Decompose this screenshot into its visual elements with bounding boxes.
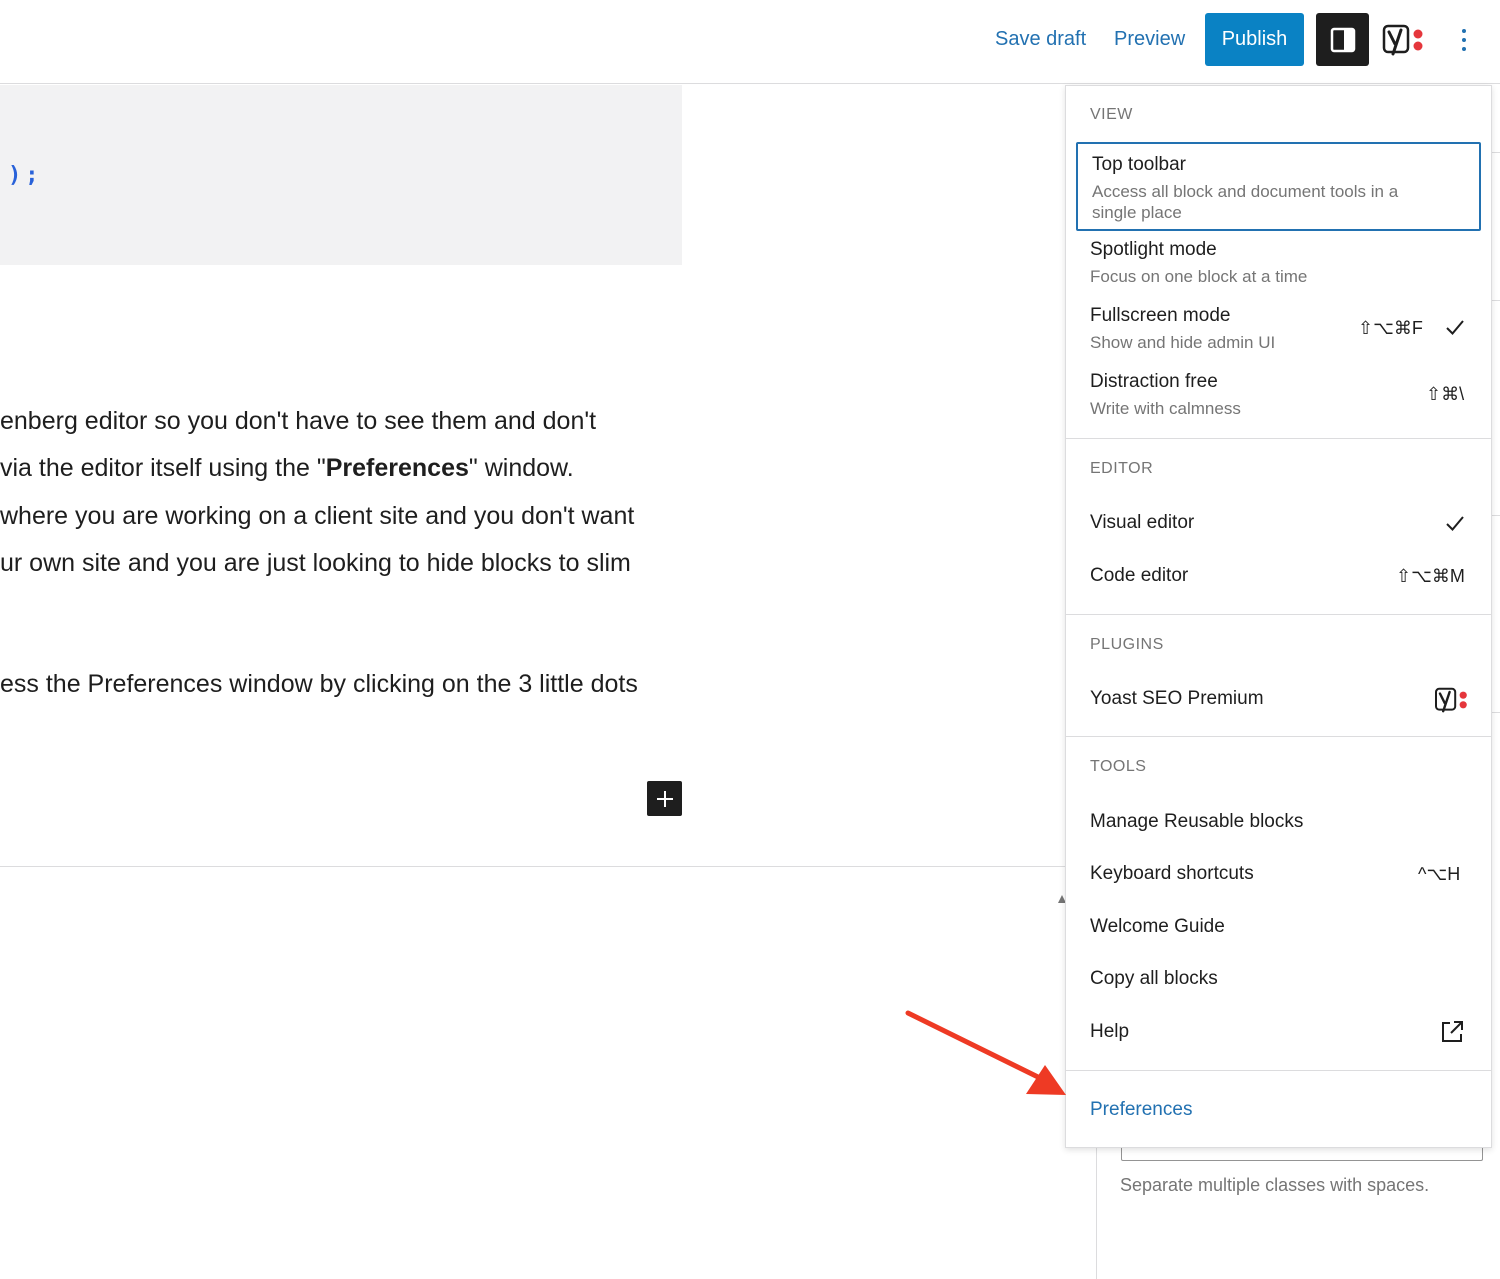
sidebar-border xyxy=(1096,1148,1097,1279)
menu-item-top-toolbar[interactable]: Top toolbar Access all block and documen… xyxy=(1076,142,1481,231)
menu-item-help[interactable]: Help xyxy=(1076,1006,1481,1058)
paragraph-line[interactable]: ur own site and you are just looking to … xyxy=(0,540,680,587)
keyboard-shortcuts-shortcut: ^⌥H xyxy=(1418,864,1461,884)
editor-header: Save draft Preview Publish xyxy=(0,0,1500,84)
settings-sidebar-toggle-button[interactable] xyxy=(1316,13,1369,66)
paragraph-line[interactable]: ess the Preferences window by clicking o… xyxy=(0,661,680,708)
sidebar-divider xyxy=(1492,152,1500,153)
annotation-arrow-icon xyxy=(905,1010,1066,1095)
more-options-icon xyxy=(1462,29,1466,33)
menu-separator xyxy=(1066,736,1491,737)
menu-item-spotlight-mode[interactable]: Spotlight mode Focus on one block at a t… xyxy=(1076,231,1481,297)
menu-item-keyboard-shortcuts[interactable]: Keyboard shortcuts ^⌥H xyxy=(1076,848,1481,900)
sidebar-divider xyxy=(1492,300,1500,301)
menu-item-yoast-seo-premium[interactable]: Yoast SEO Premium xyxy=(1076,674,1481,724)
add-block-button[interactable] xyxy=(647,781,682,816)
paragraph-line[interactable]: enberg editor so you don't have to see t… xyxy=(0,398,680,445)
sidebar-toggle-icon xyxy=(1330,27,1355,52)
external-link-icon xyxy=(1442,1021,1463,1042)
preferences-bold-text: Preferences xyxy=(325,454,469,482)
sidebar-divider xyxy=(1492,515,1500,516)
check-icon xyxy=(1446,516,1464,531)
fullscreen-shortcut: ⇧⌥⌘F xyxy=(1358,318,1423,338)
menu-item-copy-all-blocks[interactable]: Copy all blocks xyxy=(1076,953,1481,1005)
menu-separator xyxy=(1066,614,1491,615)
more-options-button[interactable] xyxy=(1448,20,1480,60)
menu-separator xyxy=(1066,1070,1491,1071)
plugins-group-title: PLUGINS xyxy=(1090,636,1164,653)
menu-item-preferences[interactable]: Preferences xyxy=(1076,1084,1481,1136)
menu-separator xyxy=(1066,438,1491,439)
menu-item-welcome-guide[interactable]: Welcome Guide xyxy=(1076,901,1481,953)
yoast-icon xyxy=(1435,687,1467,713)
distraction-free-shortcut: ⇧⌘\ xyxy=(1426,384,1465,404)
more-options-menu: VIEW Top toolbar Access all block and do… xyxy=(1065,85,1492,1148)
code-line: ); xyxy=(8,163,43,188)
editor-group-title: EDITOR xyxy=(1090,460,1154,477)
menu-item-distraction-free[interactable]: Distraction free Write with calmness ⇧⌘\ xyxy=(1076,363,1481,429)
preview-button[interactable]: Preview xyxy=(1114,28,1185,51)
paragraph-line[interactable]: where you are working on a client site a… xyxy=(0,493,680,540)
sidebar-divider xyxy=(1492,712,1500,713)
menu-item-visual-editor[interactable]: Visual editor xyxy=(1076,498,1481,548)
view-group-title: VIEW xyxy=(1090,106,1133,123)
yoast-icon xyxy=(1382,24,1423,56)
menu-item-manage-reusable-blocks[interactable]: Manage Reusable blocks xyxy=(1076,796,1481,848)
code-block[interactable]: ); xyxy=(0,85,682,265)
check-icon xyxy=(1446,320,1464,335)
publish-button[interactable]: Publish xyxy=(1205,13,1304,66)
paragraph-line[interactable]: via the editor itself using the "Prefere… xyxy=(0,445,680,492)
yoast-seo-button[interactable] xyxy=(1380,20,1428,60)
save-draft-button[interactable]: Save draft xyxy=(995,28,1086,51)
menu-item-code-editor[interactable]: Code editor ⇧⌥⌘M xyxy=(1076,551,1481,601)
menu-item-fullscreen-mode[interactable]: Fullscreen mode Show and hide admin UI ⇧… xyxy=(1076,297,1481,363)
tools-group-title: TOOLS xyxy=(1090,758,1147,775)
code-editor-shortcut: ⇧⌥⌘M xyxy=(1396,566,1465,586)
css-class-help-text: Separate multiple classes with spaces. xyxy=(1120,1175,1430,1195)
canvas-divider xyxy=(0,866,1066,867)
plus-icon xyxy=(656,790,673,807)
